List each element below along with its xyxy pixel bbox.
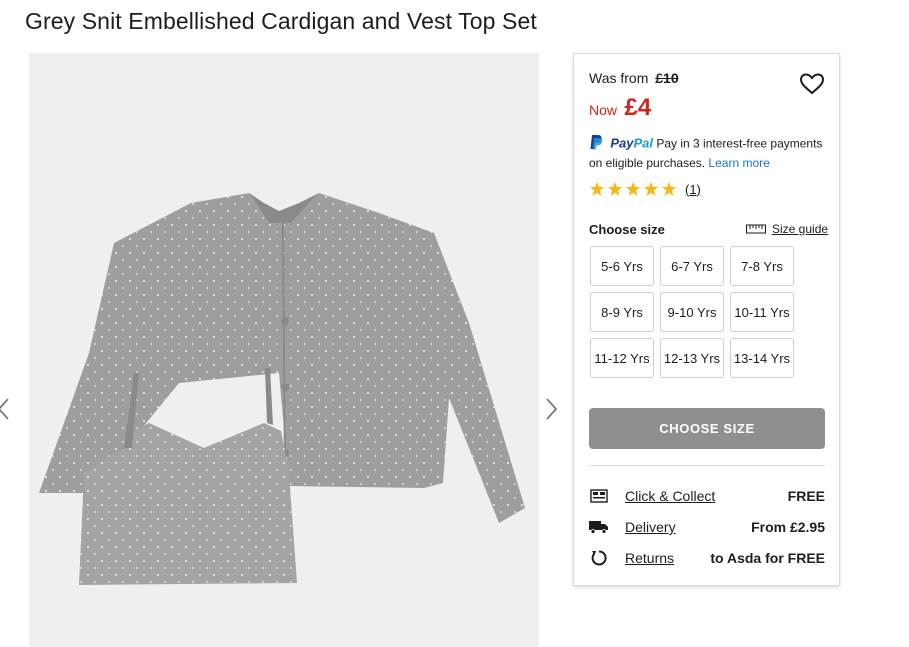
product-title: Grey Snit Embellished Cardigan and Vest … [25, 8, 537, 34]
click-collect-link[interactable]: Click & Collect [625, 488, 788, 504]
paypal-brand-pal: Pal [633, 135, 653, 151]
was-price: Was from £10 [589, 70, 679, 86]
returns-row: Returns to Asda for FREE [589, 548, 825, 568]
delivery-row: Delivery From £2.95 [589, 517, 825, 537]
choose-size-button[interactable]: CHOOSE SIZE [589, 408, 825, 449]
paypal-message: PayPal Pay in 3 interest-free payments o… [589, 134, 834, 172]
learn-more-link[interactable]: Learn more [708, 156, 769, 170]
wishlist-button[interactable] [799, 72, 825, 96]
size-option[interactable]: 10-11 Yrs [730, 292, 794, 332]
paypal-logo-icon [589, 134, 603, 155]
size-option[interactable]: 6-7 Yrs [660, 246, 724, 286]
buy-box: Was from £10 Now £4 PayPal Pay in 3 inte… [573, 53, 840, 586]
size-option[interactable]: 11-12 Yrs [590, 338, 654, 378]
size-option[interactable]: 5-6 Yrs [590, 246, 654, 286]
previous-image-button[interactable] [0, 396, 14, 422]
star-icon [608, 182, 622, 196]
size-guide-link[interactable]: Size guide [746, 222, 828, 236]
heart-icon [799, 73, 825, 95]
size-guide-label: Size guide [772, 222, 829, 236]
divider [589, 465, 825, 466]
now-price: Now £4 [589, 94, 651, 122]
star-icon [662, 182, 676, 196]
store-icon [589, 487, 609, 505]
size-option[interactable]: 7-8 Yrs [730, 246, 794, 286]
was-amount: £10 [655, 70, 679, 86]
review-count-link[interactable]: (1) [685, 182, 701, 197]
size-options: 5-6 Yrs 6-7 Yrs 7-8 Yrs 8-9 Yrs 9-10 Yrs… [590, 246, 798, 378]
size-option[interactable]: 12-13 Yrs [660, 338, 724, 378]
paypal-brand: PayPal [610, 136, 653, 151]
next-image-button[interactable] [543, 396, 563, 422]
size-option[interactable]: 9-10 Yrs [660, 292, 724, 332]
size-option[interactable]: 13-14 Yrs [730, 338, 794, 378]
delivery-value: From £2.95 [751, 519, 825, 535]
size-option[interactable]: 8-9 Yrs [590, 292, 654, 332]
rating: (1) [589, 181, 701, 197]
choose-size-label: Choose size [589, 222, 665, 237]
click-collect-value: FREE [787, 488, 825, 504]
star-icon [590, 182, 604, 196]
now-label: Now [589, 102, 618, 118]
returns-icon [589, 549, 609, 567]
product-image[interactable] [29, 53, 539, 647]
chevron-left-icon [0, 398, 9, 420]
delivery-link[interactable]: Delivery [625, 519, 751, 535]
paypal-brand-pay: Pay [610, 135, 634, 151]
now-amount: £4 [624, 94, 652, 121]
star-icon [644, 182, 658, 196]
returns-value: to Asda for FREE [710, 550, 825, 566]
returns-link[interactable]: Returns [625, 550, 710, 566]
ruler-icon [746, 224, 766, 234]
chevron-right-icon [546, 398, 558, 420]
was-label: Was from [589, 70, 649, 86]
truck-icon [589, 518, 609, 536]
star-icon [626, 182, 640, 196]
click-collect-row: Click & Collect FREE [589, 486, 825, 506]
